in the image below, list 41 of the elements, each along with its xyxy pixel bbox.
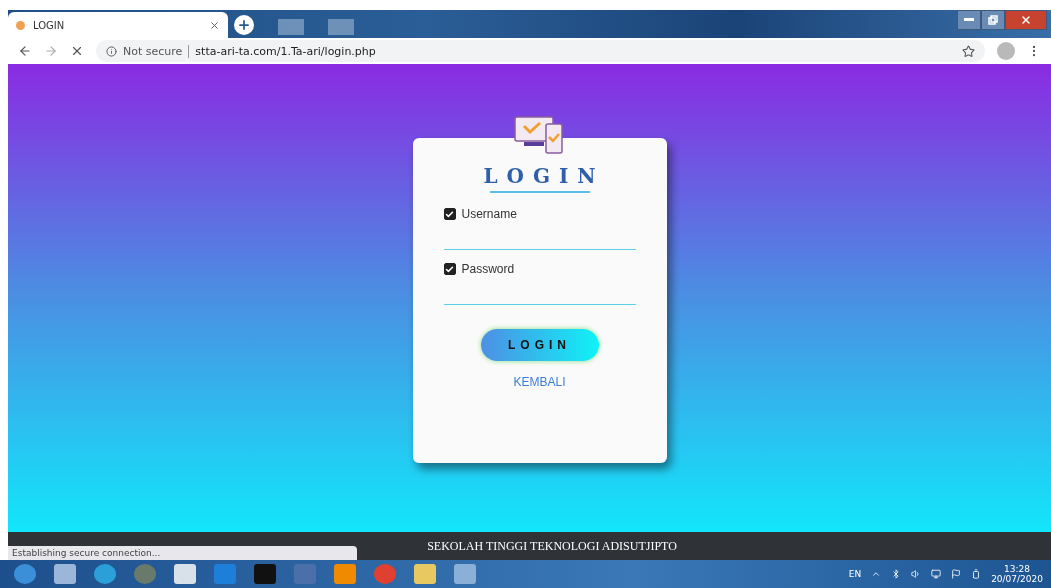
footer-text: SEKOLAH TINGGI TEKNOLOGI ADISUTJIPTO [427, 538, 677, 554]
stop-icon[interactable] [70, 44, 84, 58]
security-label: Not secure [123, 44, 183, 58]
battery-icon[interactable] [971, 569, 982, 579]
checkbox[interactable] [443, 208, 456, 220]
bluetooth-icon[interactable] [891, 569, 902, 579]
login-title: LOGIN [482, 164, 605, 188]
back-link[interactable]: KEMBALI [513, 375, 566, 389]
restore-icon [988, 15, 998, 25]
avatar-icon[interactable] [997, 42, 1015, 60]
blurred-window-icon [328, 19, 354, 35]
flag-icon[interactable] [951, 569, 962, 579]
url-text: stta-ari-ta.com/1.Ta-ari/login.php [195, 44, 377, 58]
minimize-button[interactable] [957, 10, 981, 30]
info-icon [106, 45, 117, 57]
speaker-icon[interactable] [911, 569, 922, 579]
new-tab-icon[interactable] [234, 15, 254, 35]
forward-icon[interactable] [44, 44, 58, 58]
back-icon[interactable] [18, 44, 32, 58]
tab-title: LOGIN [33, 19, 66, 31]
monitor-phone-check-icon [513, 116, 564, 154]
star-icon[interactable] [962, 44, 975, 58]
clock-time: 13:28 [1004, 564, 1031, 574]
browser-tab[interactable]: LOGIN [8, 12, 228, 38]
close-button[interactable] [1005, 10, 1047, 30]
status-text: Establishing secure connection... [8, 546, 357, 560]
chevron-up-icon[interactable] [871, 569, 882, 579]
address-bar[interactable]: Not secure stta-ari-ta.com/1.Ta-ari/login.php [96, 40, 985, 62]
language-indicator[interactable]: EN [848, 569, 862, 579]
restore-button[interactable] [981, 10, 1005, 30]
minimize-icon [964, 18, 974, 22]
field-label: Username [461, 207, 517, 221]
field-label: Password [461, 262, 515, 276]
close-icon [1020, 14, 1032, 26]
blurred-window-icon [278, 19, 304, 35]
login-button[interactable]: LOGIN [480, 329, 599, 361]
clock-date: 20/07/2020 [991, 574, 1043, 584]
network-icon[interactable] [931, 569, 942, 579]
close-icon[interactable] [209, 19, 220, 31]
checkbox[interactable] [443, 263, 456, 275]
favicon-icon [16, 20, 25, 30]
